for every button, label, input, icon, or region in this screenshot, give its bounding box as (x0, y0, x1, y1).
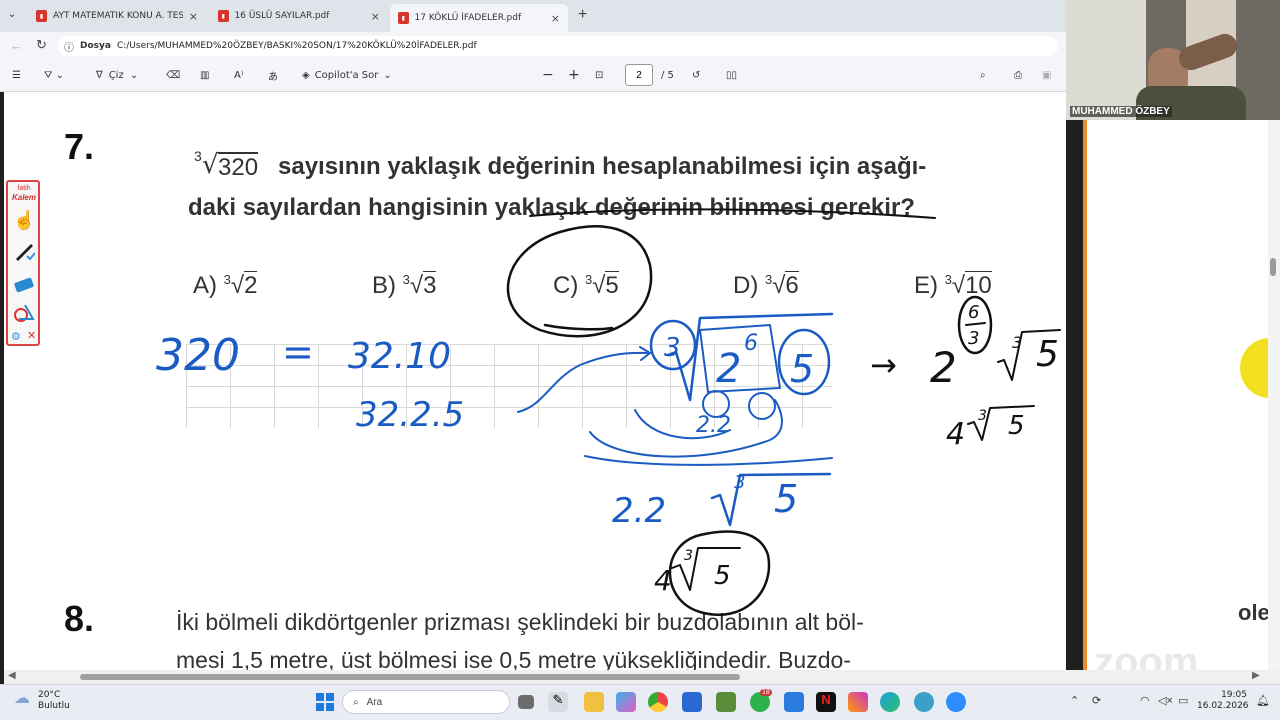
result-root-ink (710, 472, 832, 527)
task-view-icon[interactable] (518, 695, 534, 709)
copilot-app-icon[interactable] (616, 692, 636, 712)
weather-widget[interactable]: ☁ 20°C Bulutlu (14, 690, 70, 712)
blue-result-index: 3 (734, 472, 745, 493)
blue-equals: = (282, 330, 314, 374)
bottom-idx: 3 (684, 548, 693, 564)
date: 16.02.2026 (1197, 701, 1249, 711)
whiteboard-bg (1066, 0, 1146, 120)
blue-result-coef: 2.2 (612, 491, 666, 531)
black-exp-bot: 3 (968, 328, 979, 349)
black-result-coef: 4 (946, 417, 965, 452)
webcam-video (1066, 0, 1280, 120)
weather-status: Bulutlu (38, 701, 70, 711)
edge-icon[interactable] (880, 692, 900, 712)
system-clock[interactable]: 19:05 16.02.2026 (1197, 690, 1249, 712)
instagram-icon[interactable] (848, 692, 868, 712)
strike-line-ink (529, 208, 936, 219)
kalem-brand: Kalem (11, 193, 36, 202)
notification-badge: 18 (760, 689, 772, 696)
kalem-brand-top: fatih (17, 185, 31, 192)
file-explorer-icon[interactable] (584, 692, 604, 712)
settings-icon[interactable]: ⚙ (11, 330, 21, 343)
blue-32-10: 32.10 (348, 336, 451, 377)
zoom-app-icon[interactable] (946, 692, 966, 712)
close-icon[interactable]: ✕ (27, 329, 36, 342)
blue-root-exp: 6 (744, 331, 758, 356)
blue-small-2-2: 2.2 (696, 413, 731, 438)
bottom-5: 5 (714, 561, 731, 591)
blue-root-2: 2 (716, 346, 741, 392)
windows-logo-icon (316, 693, 324, 701)
hand-cursor-icon[interactable]: ☝ (13, 210, 35, 232)
taskbar-search[interactable]: ⌕ Ara (342, 690, 510, 714)
windows-logo-icon (326, 693, 334, 701)
pen-app-icon[interactable]: ✎ (548, 692, 568, 712)
pen-icon[interactable] (13, 240, 36, 262)
preview-text-fragment: ole (1238, 600, 1270, 625)
black-root-5: 5 (1036, 334, 1059, 375)
fatih-kalem-toolbar: fatih Kalem ☝ ⚙ ✕ (6, 180, 40, 346)
windows-taskbar (0, 684, 1280, 720)
netflix-icon[interactable]: N (816, 692, 836, 712)
dropbox-icon[interactable] (784, 692, 804, 712)
store-icon[interactable] (716, 692, 736, 712)
eraser-icon[interactable] (13, 274, 35, 296)
long-line-ink (584, 455, 833, 466)
blue-result-5: 5 (774, 477, 798, 521)
maps-icon[interactable] (914, 692, 934, 712)
app-icon[interactable] (682, 692, 702, 712)
h-scrollbar-thumb[interactable] (80, 674, 740, 680)
notifications-icon[interactable]: 🔔︎ (1256, 694, 1270, 707)
black-result-5: 5 (1008, 411, 1025, 441)
blue-root-index: 3 (664, 333, 681, 363)
shapes-icon[interactable] (13, 302, 35, 324)
windows-logo-icon (316, 703, 324, 711)
black-exp-top: 6 (968, 302, 979, 323)
time: 19:05 (1221, 690, 1247, 700)
windows-logo-icon (326, 703, 334, 711)
scroll-left-icon[interactable]: ◀ (8, 670, 16, 681)
volume-icon[interactable]: ◁× (1158, 694, 1173, 707)
participant-name: MUHAMMED ÖZBEY (1070, 106, 1172, 117)
blue-circled-5: 5 (790, 347, 814, 391)
kalem-logo: fatih Kalem (11, 184, 37, 202)
arrow-loop-ink (589, 399, 783, 458)
search-placeholder: Ara (366, 696, 383, 708)
blue-320: 320 (156, 330, 240, 381)
exp-fraction-ink (965, 322, 986, 326)
arrow-curve-ink (517, 346, 651, 413)
black-arrow: → (870, 346, 897, 384)
bottom-coef: 4 (654, 564, 672, 597)
start-button[interactable] (316, 693, 334, 711)
battery-icon[interactable]: ▭ (1178, 694, 1188, 707)
black-result-idx: 3 (978, 408, 987, 424)
temperature: 20°C (38, 690, 61, 700)
blue-32-2-5: 32.2.5 (356, 395, 464, 435)
circle-option-c-ink (506, 225, 653, 338)
circle-small-2-ink (748, 392, 776, 420)
vertical-scrollbar[interactable] (1268, 118, 1280, 670)
tray-chevron-icon[interactable]: ⌃ (1070, 694, 1079, 707)
scroll-right-icon[interactable]: ▶ (1252, 670, 1260, 681)
tray-app-icon[interactable]: ⟳ (1092, 694, 1101, 707)
cloud-icon: ☁ (14, 688, 30, 707)
black-root-idx: 3 (1012, 333, 1022, 352)
black-base-2: 2 (930, 343, 957, 392)
chrome-icon[interactable] (648, 692, 668, 712)
search-icon: ⌕ (353, 696, 359, 708)
scrollbar-thumb[interactable] (1270, 258, 1276, 276)
next-page-preview (1087, 118, 1280, 670)
wifi-icon[interactable]: ◠ (1140, 694, 1150, 707)
